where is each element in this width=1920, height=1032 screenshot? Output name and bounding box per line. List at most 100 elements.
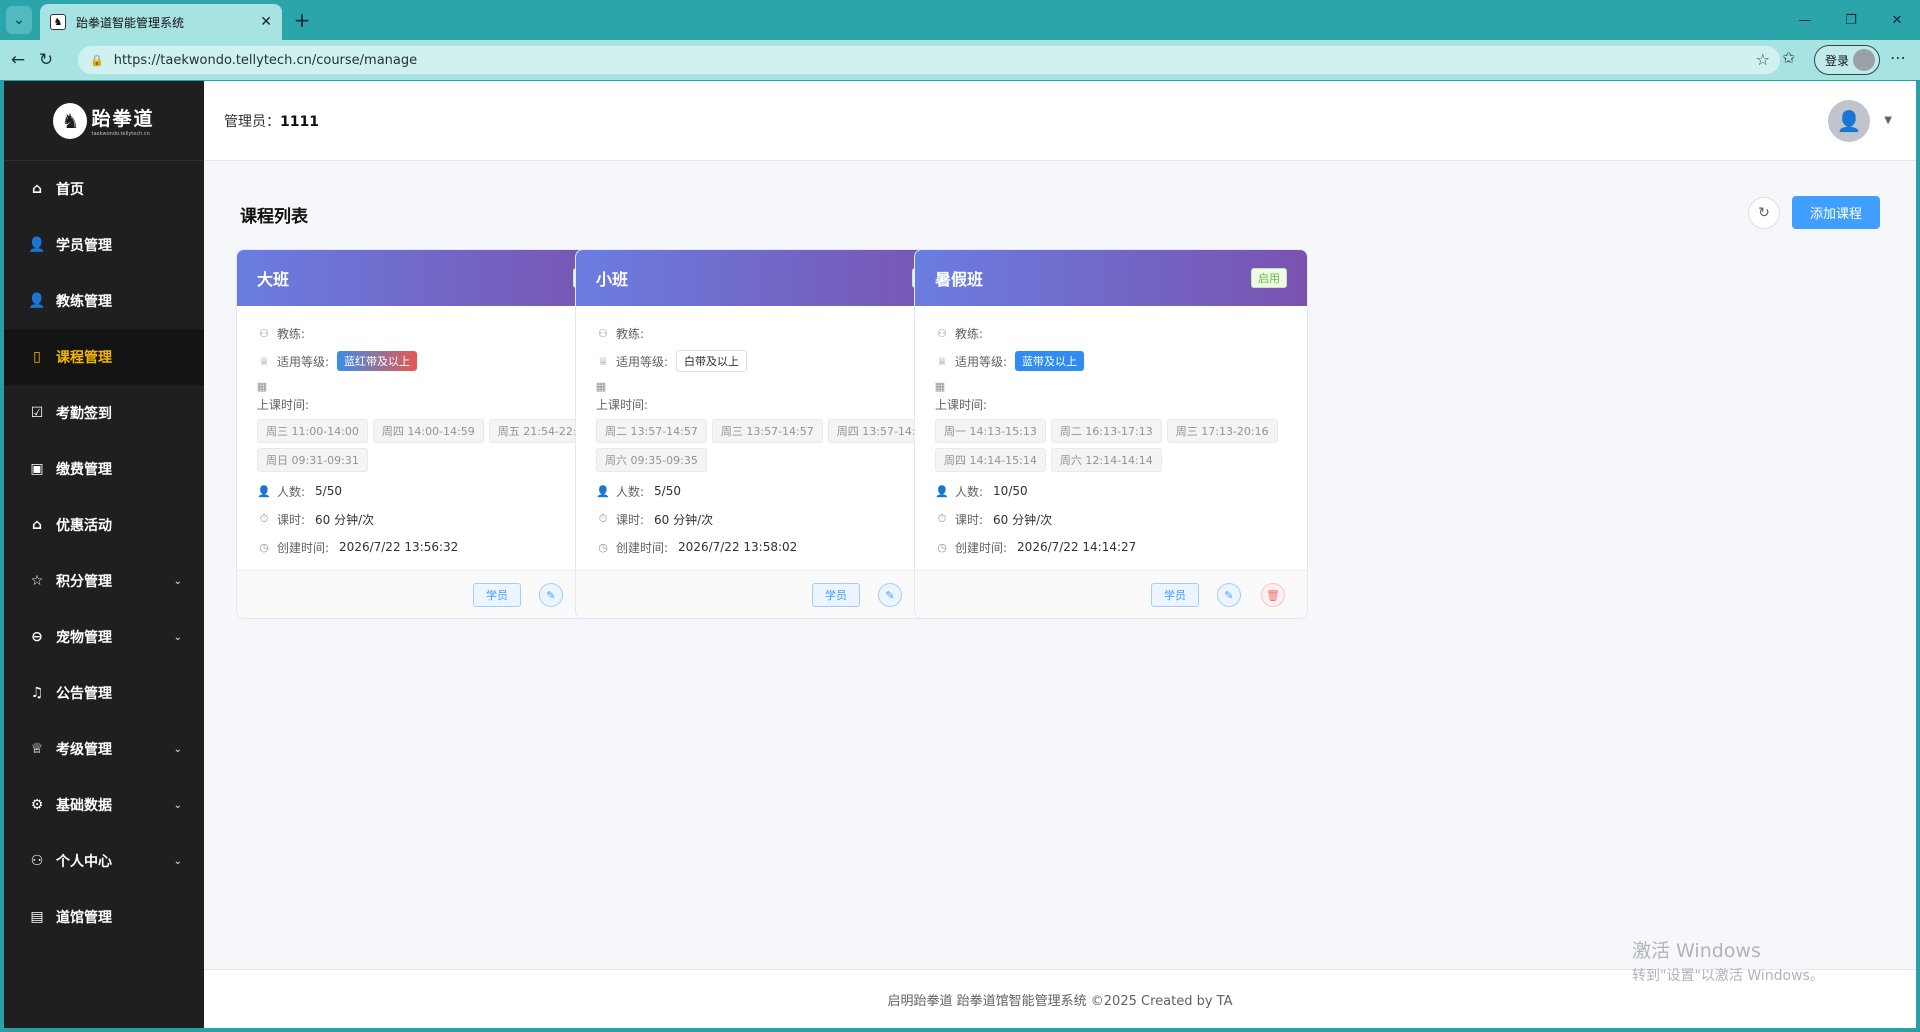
duration-label: 课时: <box>616 512 645 527</box>
user-icon: 👤 <box>1836 109 1862 133</box>
profile-login-button[interactable]: 登录 <box>1814 45 1880 75</box>
edit-button[interactable]: ✎ <box>539 583 563 607</box>
sidebar-item-14[interactable]: ▤ 道馆管理 <box>4 889 204 945</box>
url-field[interactable]: 🔒 https://taekwondo.tellytech.cn/course/… <box>78 46 1780 74</box>
more-options-icon[interactable]: ⋯ <box>1890 48 1906 67</box>
level-label: 适用等级: <box>277 354 330 369</box>
sidebar-item-3[interactable]: 👤 教练管理 <box>4 273 204 329</box>
coach-label: 教练: <box>277 326 306 341</box>
schedule-slot: 周四 14:14-15:14 <box>935 448 1046 472</box>
count-value: 5/50 <box>315 484 342 498</box>
sidebar-item-5[interactable]: ☑ 考勤签到 <box>4 385 204 441</box>
created-label: 创建时间: <box>955 540 1008 555</box>
sidebar-item-9[interactable]: ⊖ 宠物管理 ⌄ <box>4 609 204 665</box>
minimize-icon[interactable]: — <box>1782 0 1828 40</box>
admin-info: 管理员：1111 <box>224 111 319 131</box>
attendance-icon: ☑ <box>30 405 44 421</box>
count-label: 人数: <box>955 484 984 499</box>
level-label: 适用等级: <box>616 354 669 369</box>
caret-down-icon[interactable]: ▼ <box>1884 115 1892 126</box>
course-card: 暑假班 启用 ⚇ 教练: ♕ 适用等级: 蓝带及以上 ▦ 上课时间: 周一 14:13-15:13… <box>914 249 1308 619</box>
calendar-icon: ▦ <box>256 379 268 393</box>
edit-button[interactable]: ✎ <box>878 583 902 607</box>
sidebar-item-2[interactable]: 👤 学员管理 <box>4 217 204 273</box>
windows-activation-watermark: 激活 Windows 转到"设置"以激活 Windows。 <box>1632 936 1824 985</box>
created-label: 创建时间: <box>616 540 669 555</box>
course-name: 暑假班 <box>935 270 984 289</box>
close-icon[interactable]: ✕ <box>260 14 272 30</box>
calendar-icon: ▦ <box>595 379 607 393</box>
sidebar-item-6[interactable]: ▣ 缴费管理 <box>4 441 204 497</box>
sidebar-item-4[interactable]: ▯ 课程管理 <box>4 329 204 385</box>
user-icon: ⚇ <box>937 326 947 340</box>
edit-icon: ✎ <box>1224 588 1234 602</box>
login-label: 登录 <box>1825 53 1850 68</box>
watermark-line2: 转到"设置"以激活 Windows。 <box>1632 968 1824 984</box>
back-arrow-icon[interactable]: ← <box>6 48 30 72</box>
schedule-slot: 周四 14:00-14:59 <box>372 419 484 443</box>
sidebar-item-label: 积分管理 <box>56 574 112 590</box>
reload-icon[interactable]: ↻ <box>34 48 58 72</box>
count-label: 人数: <box>277 484 306 499</box>
sidebar-item-label: 个人中心 <box>56 854 112 870</box>
delete-button[interactable]: 🗑 <box>1261 583 1285 607</box>
sidebar-item-label: 首页 <box>56 182 84 198</box>
chevron-down-icon: ⌄ <box>173 799 182 811</box>
created-value: 2026/7/22 14:14:27 <box>1017 540 1137 554</box>
level-tag: 白带及以上 <box>676 350 748 372</box>
bookmark-star-icon[interactable]: ☆ <box>1756 50 1770 69</box>
level-tag: 蓝带及以上 <box>1015 351 1085 371</box>
restore-icon[interactable]: ❐ <box>1828 0 1874 40</box>
refresh-button[interactable]: ↻ <box>1748 197 1780 229</box>
add-course-button[interactable]: 添加课程 <box>1792 196 1880 229</box>
students-button[interactable]: 学员 <box>473 583 521 607</box>
main-content: 管理员：1111 👤 ▼ 课程列表 ↻ 添加课程 大班启用⚇教练:♕适用等级:蓝… <box>204 81 1916 1028</box>
trophy-icon: ♕ <box>598 354 608 368</box>
sidebar-item-label: 道馆管理 <box>56 910 112 926</box>
schedule-slot: 周日 09:31-09:31 <box>257 448 368 472</box>
logo-subtitle: taekwondo.tellytech.cn <box>91 131 150 137</box>
building-icon: ▤ <box>30 909 44 925</box>
tab-list-button[interactable]: ⌄ <box>6 6 32 34</box>
card-footer: 学员 ✎ 🗑 <box>915 570 1307 618</box>
logo-title: 跆拳道 <box>91 108 155 130</box>
browser-tab[interactable]: ♞ 跆拳道智能管理系统 ✕ <box>40 4 282 40</box>
sidebar-item-8[interactable]: ☆ 积分管理 ⌄ <box>4 553 204 609</box>
home-icon: ⌂ <box>31 181 43 197</box>
schedule-slots: 周三 11:00-14:00 周四 14:00-14:59 周五 21:54-22:… <box>257 419 617 472</box>
edit-icon: ✎ <box>546 588 556 602</box>
user-avatar-button[interactable]: 👤 <box>1828 100 1870 142</box>
sidebar-item-label: 学员管理 <box>56 238 112 254</box>
sidebar-menu: ⌂ 首页 👤 学员管理 👤 教练管理 ▯ 课程管理 ☑ 考勤签到 ▣ 缴费管理 ⌂ 优惠活动 ☆ 积分管理 ⌄ ⊖… <box>4 161 204 945</box>
sidebar-item-1[interactable]: ⌂ 首页 <box>4 161 204 217</box>
sidebar-item-11[interactable]: ♕ 考级管理 ⌄ <box>4 721 204 777</box>
schedule-slot: 周二 13:57-14:57 <box>596 419 707 443</box>
students-button[interactable]: 学员 <box>812 583 860 607</box>
duration-value: 60 分钟/次 <box>993 512 1053 527</box>
trophy-icon: ♕ <box>30 741 44 757</box>
admin-name: 1111 <box>280 114 319 130</box>
sidebar-item-12[interactable]: ⚙ 基础数据 ⌄ <box>4 777 204 833</box>
coach-icon: 👤 <box>28 293 46 309</box>
top-header: 管理员：1111 👤 ▼ <box>204 81 1916 161</box>
course-name: 小班 <box>596 270 629 289</box>
favorites-icon[interactable]: ✩ <box>1782 48 1795 67</box>
edit-icon: ✎ <box>885 588 895 602</box>
logo-figure-icon: ♞ <box>53 102 88 139</box>
schedule-slots: 周二 13:57-14:57 周三 13:57-14:57 周四 13:57-14:… <box>596 419 956 472</box>
edit-button[interactable]: ✎ <box>1217 583 1241 607</box>
sidebar-item-13[interactable]: ⚇ 个人中心 ⌄ <box>4 833 204 889</box>
coach-label: 教练: <box>616 326 645 341</box>
new-tab-button[interactable]: + <box>290 8 314 32</box>
calendar-icon: ▦ <box>934 379 946 393</box>
schedule-slot: 周二 16:13-17:13 <box>1050 419 1162 443</box>
sidebar-item-10[interactable]: ♫ 公告管理 <box>4 665 204 721</box>
timer-icon: ⏱ <box>259 512 269 525</box>
clock-icon: ◷ <box>259 540 269 554</box>
sidebar-item-7[interactable]: ⌂ 优惠活动 <box>4 497 204 553</box>
window-close-icon[interactable]: ✕ <box>1874 0 1920 40</box>
course-card: 大班启用 ⚇ 教练: ♕ 适用等级: 蓝红带及以上 ▦ 上课时间: 周三 11:00-14:00… <box>236 249 630 619</box>
students-button[interactable]: 学员 <box>1151 583 1199 607</box>
count-label: 人数: <box>616 484 645 499</box>
sidebar-item-label: 公告管理 <box>56 686 112 702</box>
